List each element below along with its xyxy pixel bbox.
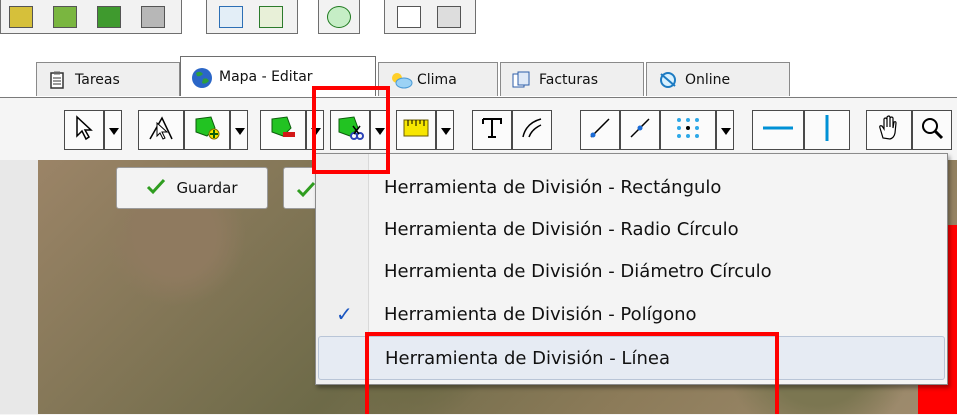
edit-vertex-button[interactable] [138, 110, 184, 150]
ruler-icon [402, 114, 430, 146]
tab-online[interactable]: Online [646, 62, 790, 96]
magnifier-icon [919, 115, 945, 145]
add-polygon-button[interactable] [184, 110, 230, 150]
grid-points-tool-button[interactable] [660, 110, 716, 150]
polygon-remove-icon [269, 114, 297, 146]
highlight-box-line-option [365, 332, 779, 414]
save-button[interactable]: Guardar [116, 167, 268, 209]
tab-clima[interactable]: Clima [378, 62, 498, 96]
point-line-tool-button[interactable] [620, 110, 660, 150]
text-icon [480, 115, 504, 145]
tab-facturas[interactable]: Facturas [500, 62, 644, 96]
layer-tools-group[interactable] [0, 0, 182, 34]
clipboard-icon [47, 70, 67, 90]
vertical-line-icon [817, 113, 837, 147]
point-line-icon [627, 115, 653, 145]
menu-item-rectangle[interactable]: Herramienta de División - Rectángulo [318, 165, 945, 209]
view-tools-group[interactable] [206, 0, 298, 34]
measure-tool-dropdown[interactable] [436, 110, 454, 150]
refresh-tools-group[interactable] [318, 0, 360, 34]
pointer-icon [74, 115, 94, 145]
select-tool-dropdown[interactable] [104, 110, 122, 150]
online-icon [657, 70, 677, 90]
measure-tool-button[interactable] [396, 110, 436, 150]
menu-item-radius-circle[interactable]: Herramienta de División - Radio Círculo [318, 207, 945, 251]
weather-icon [389, 70, 413, 90]
checkmark-icon: ✓ [336, 302, 353, 326]
curve-icon [520, 115, 544, 145]
horizontal-line-icon [761, 118, 795, 142]
tab-bar: Tareas Mapa - Editar Clima Facturas Onli… [0, 56, 957, 98]
select-tool-button[interactable] [64, 110, 104, 150]
checkmark-icon [146, 177, 166, 199]
zoom-tool-button[interactable] [912, 110, 952, 150]
left-rail [0, 160, 39, 414]
print-tools-group[interactable] [384, 0, 476, 34]
save-button-label: Guardar [176, 179, 238, 197]
curve-tool-button[interactable] [512, 110, 552, 150]
grid-points-icon [673, 115, 703, 145]
checkmark-icon [296, 180, 316, 202]
vertical-guide-button[interactable] [804, 110, 850, 150]
line-tool-button[interactable] [580, 110, 620, 150]
text-tool-button[interactable] [472, 110, 512, 150]
menu-item-polygon[interactable]: ✓ Herramienta de División - Polígono [318, 292, 945, 336]
tab-tareas[interactable]: Tareas [36, 62, 180, 96]
hand-icon [875, 114, 903, 146]
invoice-icon [511, 70, 531, 90]
line-icon [587, 115, 613, 145]
delete-polygon-button[interactable] [260, 110, 306, 150]
top-toolbar [0, 0, 957, 40]
pan-tool-button[interactable] [866, 110, 912, 150]
highlight-box-split-tool [312, 86, 390, 174]
menu-item-diameter-circle[interactable]: Herramienta de División - Diámetro Círcu… [318, 249, 945, 293]
grid-points-dropdown[interactable] [716, 110, 734, 150]
polygon-add-icon [193, 114, 221, 146]
horizontal-guide-button[interactable] [752, 110, 804, 150]
vertex-pointer-icon [148, 115, 174, 145]
add-polygon-dropdown[interactable] [230, 110, 248, 150]
globe-icon [191, 67, 212, 88]
